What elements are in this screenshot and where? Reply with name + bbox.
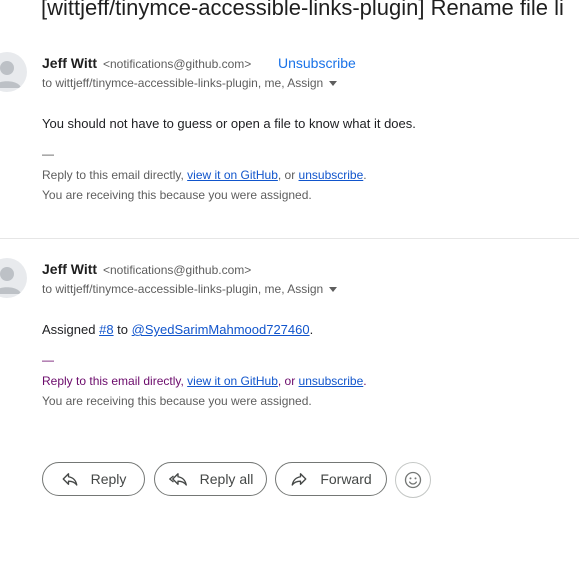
forward-label: Forward: [320, 471, 372, 487]
footer-end: .: [363, 168, 367, 182]
sender-line: Jeff Witt <notifications@github.com>: [42, 261, 251, 277]
sender-email: <notifications@github.com>: [102, 57, 252, 71]
emoji-reaction-button[interactable]: [395, 462, 431, 498]
sender-name[interactable]: Jeff Witt: [42, 55, 97, 71]
reply-all-button[interactable]: Reply all: [154, 462, 267, 496]
forward-button[interactable]: Forward: [275, 462, 387, 496]
signature-separator: —: [42, 147, 54, 161]
footer-prefix: Reply to this email directly,: [42, 168, 188, 182]
body-prefix: Assigned: [42, 322, 100, 337]
email-subject: [wittjeff/tinymce-accessible-links-plugi…: [41, 0, 564, 20]
caret-down-icon[interactable]: [329, 287, 338, 293]
message-footer: Reply to this email directly, view it on…: [42, 165, 367, 205]
recipients-text: to wittjeff/tinymce-accessible-links-plu…: [42, 76, 324, 90]
message-footer: Reply to this email directly, view it on…: [42, 371, 367, 411]
footer-unsubscribe-link[interactable]: unsubscribe: [299, 168, 364, 182]
signature-separator: —: [42, 353, 54, 367]
reply-icon: [62, 473, 78, 486]
body-end: .: [309, 322, 314, 337]
emoji-smile-icon: [404, 471, 422, 489]
footer-end: .: [363, 374, 367, 388]
person-icon: [0, 61, 21, 88]
view-on-github-link[interactable]: view it on GitHub: [187, 374, 278, 388]
person-icon: [0, 267, 21, 294]
forward-icon: [291, 473, 307, 486]
footer-prefix: Reply to this email directly,: [42, 374, 188, 388]
footer-note: You are receiving this because you were …: [42, 394, 312, 408]
sender-avatar[interactable]: [0, 52, 27, 92]
user-mention-link[interactable]: @SyedSarimMahmood727460: [132, 322, 310, 337]
reply-button[interactable]: Reply: [42, 462, 145, 496]
recipients-line[interactable]: to wittjeff/tinymce-accessible-links-plu…: [42, 76, 338, 90]
sender-line: Jeff Witt <notifications@github.com>: [42, 55, 251, 71]
body-mid: to: [113, 322, 132, 337]
footer-mid: , or: [277, 168, 299, 182]
recipients-line[interactable]: to wittjeff/tinymce-accessible-links-plu…: [42, 282, 338, 296]
reply-label: Reply: [90, 471, 127, 487]
sender-avatar[interactable]: [0, 258, 27, 298]
caret-down-icon[interactable]: [329, 81, 338, 87]
reply-all-icon: [168, 473, 187, 486]
unsubscribe-button[interactable]: Unsubscribe: [278, 55, 356, 71]
message-body: Assigned #8 to @SyedSarimMahmood727460.: [42, 322, 313, 337]
recipients-text: to wittjeff/tinymce-accessible-links-plu…: [42, 282, 324, 296]
view-on-github-link[interactable]: view it on GitHub: [187, 168, 278, 182]
message-divider: [0, 238, 579, 239]
sender-email: <notifications@github.com>: [102, 263, 252, 277]
footer-unsubscribe-link[interactable]: unsubscribe: [299, 374, 364, 388]
reply-all-label: Reply all: [199, 471, 254, 487]
issue-link[interactable]: #8: [99, 322, 113, 337]
footer-mid: , or: [277, 374, 299, 388]
message-body: You should not have to guess or open a f…: [42, 116, 416, 131]
sender-name[interactable]: Jeff Witt: [42, 261, 97, 277]
footer-note: You are receiving this because you were …: [42, 188, 312, 202]
